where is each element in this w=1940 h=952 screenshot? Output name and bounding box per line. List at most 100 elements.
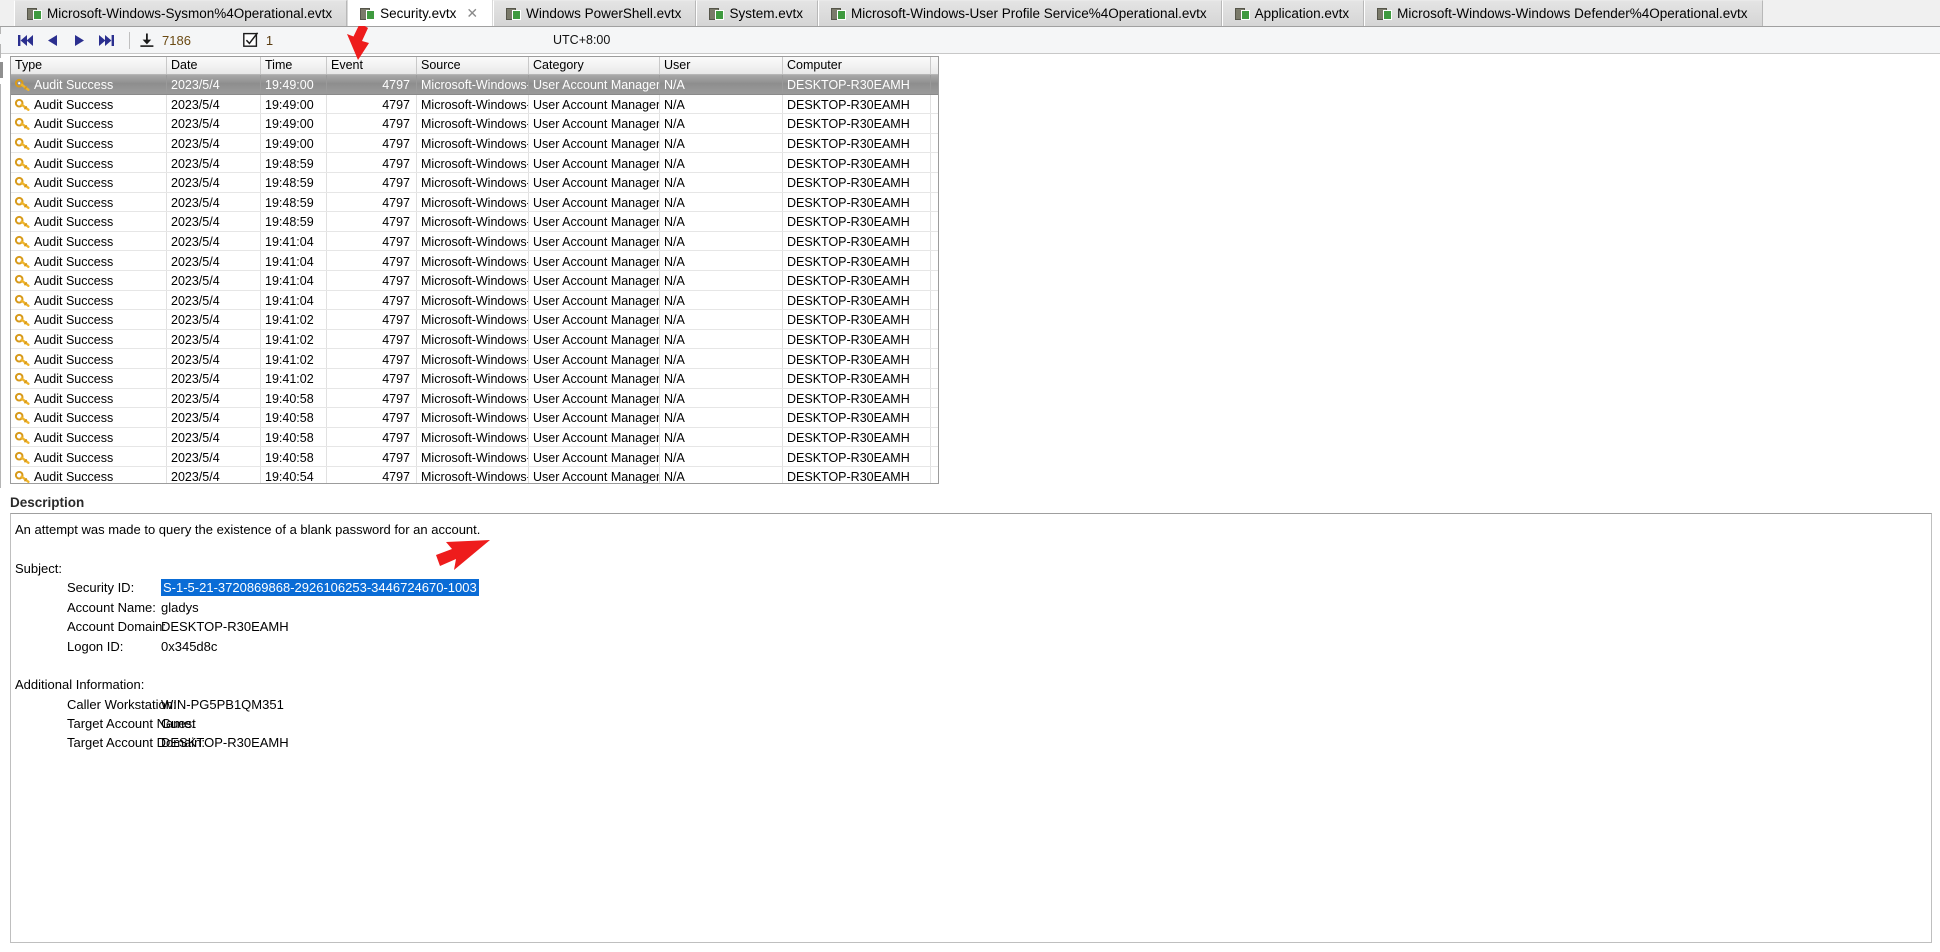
- next-record-button[interactable]: [66, 29, 93, 51]
- table-row[interactable]: Audit Success2023/5/419:41:024797Microso…: [11, 310, 938, 330]
- tab-5[interactable]: Application.evtx: [1222, 0, 1365, 26]
- key-icon: [15, 470, 30, 484]
- tab-1[interactable]: Security.evtx✕: [347, 0, 493, 26]
- grid-header-row: TypeDateTimeEventSourceCategoryUserCompu…: [11, 57, 938, 75]
- column-header-computer[interactable]: Computer: [783, 57, 931, 74]
- column-header-time[interactable]: Time: [261, 57, 327, 74]
- cell-computer: DESKTOP-R30EAMH: [783, 251, 931, 270]
- cell-date: 2023/5/4: [167, 212, 261, 231]
- cell-computer: DESKTOP-R30EAMH: [783, 330, 931, 349]
- table-row[interactable]: Audit Success2023/5/419:49:004797Microso…: [11, 134, 938, 154]
- cell-type: Audit Success: [11, 447, 167, 466]
- cell-time: 19:40:58: [261, 428, 327, 447]
- table-row[interactable]: Audit Success2023/5/419:41:044797Microso…: [11, 291, 938, 311]
- table-row[interactable]: Audit Success2023/5/419:49:004797Microso…: [11, 75, 938, 95]
- cell-category: User Account Managem: [529, 291, 660, 310]
- table-row[interactable]: Audit Success2023/5/419:49:004797Microso…: [11, 114, 938, 134]
- cell-time: 19:49:00: [261, 75, 327, 94]
- table-row[interactable]: Audit Success2023/5/419:41:024797Microso…: [11, 330, 938, 350]
- table-row[interactable]: Audit Success2023/5/419:40:584797Microso…: [11, 389, 938, 409]
- table-row[interactable]: Audit Success2023/5/419:49:004797Microso…: [11, 95, 938, 115]
- cell-category: User Account Managem: [529, 447, 660, 466]
- loaded-record-count: 7186: [162, 33, 191, 48]
- column-header-category[interactable]: Category: [529, 57, 660, 74]
- description-field-value[interactable]: 0x345d8c: [161, 639, 217, 654]
- key-icon: [15, 196, 30, 210]
- column-header-user[interactable]: User: [660, 57, 783, 74]
- table-row[interactable]: Audit Success2023/5/419:40:544797Microso…: [11, 467, 938, 484]
- table-row[interactable]: Audit Success2023/5/419:40:584797Microso…: [11, 408, 938, 428]
- description-panel[interactable]: An attempt was made to query the existen…: [10, 513, 1932, 943]
- table-row[interactable]: Audit Success2023/5/419:41:044797Microso…: [11, 251, 938, 271]
- close-icon[interactable]: ✕: [466, 6, 478, 20]
- cell-user: N/A: [660, 271, 783, 290]
- cell-date: 2023/5/4: [167, 291, 261, 310]
- key-icon: [15, 392, 30, 406]
- cell-date: 2023/5/4: [167, 447, 261, 466]
- column-header-source[interactable]: Source: [417, 57, 529, 74]
- grid-body[interactable]: Audit Success2023/5/419:49:004797Microso…: [11, 75, 938, 484]
- column-header-type[interactable]: Type: [11, 57, 167, 74]
- table-row[interactable]: Audit Success2023/5/419:48:594797Microso…: [11, 173, 938, 193]
- tab-3[interactable]: System.evtx: [696, 0, 818, 26]
- toolbar: 7186 1 UTC+8:00: [0, 27, 1940, 54]
- key-icon: [15, 98, 30, 112]
- cell-computer: DESKTOP-R30EAMH: [783, 408, 931, 427]
- last-record-button[interactable]: [93, 29, 120, 51]
- description-field-value[interactable]: DESKTOP-R30EAMH: [161, 735, 289, 750]
- table-row[interactable]: Audit Success2023/5/419:48:594797Microso…: [11, 193, 938, 213]
- description-field-value-selected[interactable]: S-1-5-21-3720869868-2926106253-344672467…: [161, 579, 479, 596]
- cell-user: N/A: [660, 369, 783, 388]
- previous-record-button[interactable]: [39, 29, 66, 51]
- description-field-value[interactable]: WIN-PG5PB1QM351: [161, 697, 284, 712]
- cell-source: Microsoft-Windows-S: [417, 330, 529, 349]
- table-row[interactable]: Audit Success2023/5/419:40:584797Microso…: [11, 428, 938, 448]
- cell-user: N/A: [660, 467, 783, 484]
- cell-date: 2023/5/4: [167, 271, 261, 290]
- tab-2[interactable]: Windows PowerShell.evtx: [493, 0, 696, 26]
- event-list-grid[interactable]: TypeDateTimeEventSourceCategoryUserCompu…: [10, 56, 939, 484]
- tab-4[interactable]: Microsoft-Windows-User Profile Service%4…: [818, 0, 1222, 26]
- description-field-value[interactable]: Guest: [161, 716, 196, 731]
- table-row[interactable]: Audit Success2023/5/419:41:024797Microso…: [11, 349, 938, 369]
- table-row[interactable]: Audit Success2023/5/419:48:594797Microso…: [11, 153, 938, 173]
- description-field-value[interactable]: DESKTOP-R30EAMH: [161, 619, 289, 634]
- cell-type: Audit Success: [11, 428, 167, 447]
- cell-event: 4797: [327, 291, 417, 310]
- cell-user: N/A: [660, 389, 783, 408]
- key-icon: [15, 431, 30, 445]
- table-row[interactable]: Audit Success2023/5/419:48:594797Microso…: [11, 212, 938, 232]
- cell-category: User Account Managem: [529, 75, 660, 94]
- cell-date: 2023/5/4: [167, 389, 261, 408]
- cell-event: 4797: [327, 330, 417, 349]
- column-header-event[interactable]: Event: [327, 57, 417, 74]
- table-row[interactable]: Audit Success2023/5/419:40:584797Microso…: [11, 447, 938, 467]
- cell-type-label: Audit Success: [34, 392, 113, 406]
- cell-category: User Account Managem: [529, 389, 660, 408]
- cell-type-label: Audit Success: [34, 353, 113, 367]
- table-row[interactable]: Audit Success2023/5/419:41:044797Microso…: [11, 232, 938, 252]
- event-log-icon: [27, 7, 41, 20]
- column-header-date[interactable]: Date: [167, 57, 261, 74]
- event-log-icon: [360, 7, 374, 20]
- description-field-label: Target Account Domain:: [15, 735, 161, 750]
- description-sections: Subject:Security ID:S-1-5-21-3720869868-…: [15, 559, 1931, 753]
- tab-0[interactable]: Microsoft-Windows-Sysmon%4Operational.ev…: [14, 0, 347, 26]
- cell-user: N/A: [660, 193, 783, 212]
- tab-6[interactable]: Microsoft-Windows-Windows Defender%4Oper…: [1364, 0, 1762, 26]
- table-row[interactable]: Audit Success2023/5/419:41:044797Microso…: [11, 271, 938, 291]
- table-row[interactable]: Audit Success2023/5/419:41:024797Microso…: [11, 369, 938, 389]
- description-label: Description: [10, 495, 84, 510]
- cell-type: Audit Success: [11, 467, 167, 484]
- description-field-value[interactable]: gladys: [161, 600, 199, 615]
- first-record-button[interactable]: [12, 29, 39, 51]
- cell-date: 2023/5/4: [167, 193, 261, 212]
- cell-type: Audit Success: [11, 291, 167, 310]
- key-icon: [15, 215, 30, 229]
- cell-date: 2023/5/4: [167, 95, 261, 114]
- key-icon: [15, 372, 30, 386]
- cell-type-label: Audit Success: [34, 137, 113, 151]
- cell-event: 4797: [327, 467, 417, 484]
- cell-category: User Account Managem: [529, 212, 660, 231]
- cell-category: User Account Managem: [529, 330, 660, 349]
